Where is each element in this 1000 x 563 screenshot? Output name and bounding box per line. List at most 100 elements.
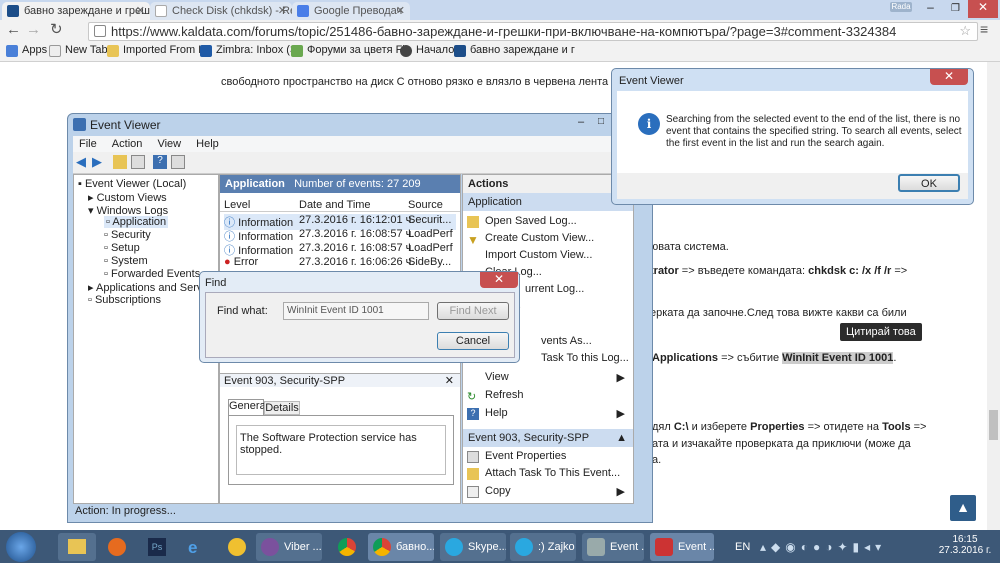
chrome-icon: [338, 538, 356, 556]
ok-button[interactable]: OK: [898, 174, 960, 192]
bookmark-flowers-forum[interactable]: Форуми за цветя Flo: [291, 44, 411, 57]
actions-section-application[interactable]: Application▲: [463, 193, 633, 211]
actions-header: Actions: [463, 175, 633, 194]
close-icon[interactable]: ✕: [136, 4, 145, 17]
menu-help[interactable]: Help: [196, 138, 219, 150]
close-button[interactable]: ✕: [930, 69, 968, 85]
maximize-button[interactable]: ❐: [943, 0, 968, 18]
tab-check-disk[interactable]: Check Disk (chkdsk) - Re ✕: [150, 2, 292, 20]
column-level[interactable]: Level: [224, 199, 250, 211]
profile-badge[interactable]: Rada: [890, 2, 912, 12]
action-event-properties[interactable]: Event Properties: [463, 450, 566, 463]
tree-item-forwarded-events[interactable]: ▫ Forwarded Events: [104, 268, 200, 280]
error-icon: ●: [224, 256, 231, 268]
minimize-button[interactable]: –: [578, 116, 584, 128]
menu-action[interactable]: Action: [112, 138, 143, 150]
actions-section-event[interactable]: Event 903, Security-SPP ▲: [463, 429, 633, 447]
menu-file[interactable]: File: [79, 138, 97, 150]
close-button[interactable]: ✕: [480, 272, 518, 288]
firefox-taskbar-button[interactable]: [98, 533, 136, 561]
start-button[interactable]: [6, 532, 36, 562]
system-tray-icons[interactable]: ▴◆◉◐●◑✦▮◂▾: [760, 540, 886, 554]
tree-item-custom-views[interactable]: ▸ Custom Views: [88, 191, 167, 204]
column-date-time[interactable]: Date and Time: [299, 199, 371, 211]
close-icon[interactable]: ✕: [445, 374, 454, 387]
forum-text-line: дял C:\ и изберете Properties => отидете…: [652, 421, 927, 433]
forward-icon[interactable]: ▶: [92, 154, 102, 170]
menu-icon[interactable]: ≡: [980, 21, 988, 37]
close-icon[interactable]: ✕: [396, 4, 405, 17]
explorer-taskbar-button[interactable]: [58, 533, 96, 561]
scroll-to-top-button[interactable]: ▲: [950, 495, 976, 521]
tab-google-translate[interactable]: Google Преводач ✕: [292, 2, 410, 20]
photoshop-taskbar-button[interactable]: Ps: [138, 533, 176, 561]
bookmark-apps[interactable]: Apps: [6, 44, 47, 57]
column-source[interactable]: Source: [408, 199, 443, 211]
copy-icon: [467, 486, 479, 498]
ie-taskbar-button[interactable]: e: [178, 533, 216, 561]
clock[interactable]: 16:15 27.3.2016 г.: [935, 534, 995, 556]
page-scrollbar[interactable]: [987, 62, 1000, 530]
tree-item-system[interactable]: ▫ System: [104, 255, 148, 267]
chat-icon: [515, 538, 533, 556]
app-taskbar-button[interactable]: [218, 533, 256, 561]
taskbar-item-skype[interactable]: Skype...: [440, 533, 506, 561]
close-window-button[interactable]: ✕: [968, 0, 998, 18]
show-hide-actions-icon[interactable]: [171, 155, 185, 169]
bookmark-home[interactable]: Начало: [400, 44, 454, 57]
bookmark-zimbra[interactable]: Zimbra: Inbox (3): [200, 44, 300, 57]
taskbar-item-chrome[interactable]: бавно...: [368, 533, 434, 561]
help-icon[interactable]: ?: [153, 155, 167, 169]
action-import-custom-view[interactable]: Import Custom View...: [463, 249, 592, 261]
bookmark-kaldata[interactable]: бавно зареждане и г: [454, 44, 575, 57]
reload-icon[interactable]: ↻: [50, 20, 63, 38]
scrollbar-thumb[interactable]: [989, 410, 998, 440]
show-hide-tree-icon[interactable]: [131, 155, 145, 169]
tree-item-subscriptions[interactable]: ▫ Subscriptions: [88, 294, 161, 306]
home-icon: [400, 45, 412, 57]
address-bar[interactable]: https://www.kaldata.com/forums/topic/251…: [88, 22, 978, 41]
find-next-button[interactable]: Find Next: [437, 302, 509, 320]
chrome-taskbar-button[interactable]: [328, 533, 366, 561]
tree-item-setup[interactable]: ▫ Setup: [104, 242, 140, 254]
quote-tooltip: Цитирай това: [840, 323, 922, 341]
tab-general[interactable]: General: [228, 399, 268, 415]
tree-item-application[interactable]: ▫ Application: [104, 216, 169, 228]
action-create-custom-view[interactable]: ▼ Create Custom View...: [463, 232, 594, 247]
tab-details[interactable]: Details: [264, 401, 300, 415]
action-view[interactable]: View ▶: [463, 371, 633, 384]
tree-item-security[interactable]: ▫ Security: [104, 229, 151, 241]
back-icon[interactable]: ←: [6, 21, 21, 38]
minimize-button[interactable]: –: [918, 0, 943, 18]
back-icon[interactable]: ◀: [76, 154, 86, 170]
taskbar-item-zajko[interactable]: :) Zajko: [510, 533, 576, 561]
bookmark-imported-from-ie[interactable]: Imported From IE: [107, 44, 209, 57]
folder-up-icon[interactable]: [113, 155, 127, 169]
tree-item-event-viewer-local[interactable]: ▪ Event Viewer (Local): [78, 178, 186, 190]
taskbar-item-event-viewer-2[interactable]: Event ...: [650, 533, 714, 561]
action-refresh[interactable]: ↻ Refresh: [463, 389, 524, 403]
action-attach-task-event[interactable]: Attach Task To This Event...: [463, 467, 620, 480]
star-icon[interactable]: ☆: [959, 23, 971, 39]
forward-icon[interactable]: →: [26, 21, 41, 38]
event-viewer-message-dialog: Event Viewer ✕ i Searching from the sele…: [611, 68, 974, 205]
bookmark-new-tab[interactable]: New Tab: [49, 44, 108, 57]
action-save-all-events[interactable]: vents As...: [519, 335, 592, 347]
forum-text-line: а.: [652, 454, 662, 466]
language-indicator[interactable]: EN: [735, 541, 750, 553]
action-attach-task-log[interactable]: Task To this Log...: [519, 352, 629, 364]
tree-item-applications-services[interactable]: ▸ Applications and Services Lo: [88, 281, 216, 294]
find-input[interactable]: WinInit Event ID 1001: [283, 302, 429, 320]
table-row[interactable]: ● Error 27.3.2016 г. 16:06:26 ч. SideBy.…: [224, 256, 456, 268]
action-copy[interactable]: Copy ▶: [463, 485, 633, 498]
filter-icon: ▼: [467, 233, 479, 247]
menu-view[interactable]: View: [157, 138, 181, 150]
action-help[interactable]: ? Help ▶: [463, 407, 633, 420]
action-open-saved-log[interactable]: Open Saved Log...: [463, 215, 577, 228]
close-icon[interactable]: ✕: [278, 4, 287, 17]
maximize-button[interactable]: □: [598, 116, 604, 127]
tab-kaldata[interactable]: бавно зареждане и греш ✕: [2, 2, 150, 20]
cancel-button[interactable]: Cancel: [437, 332, 509, 350]
taskbar-item-viber[interactable]: Viber ...: [256, 533, 322, 561]
taskbar-item-event-viewer-1[interactable]: Event ...: [582, 533, 644, 561]
